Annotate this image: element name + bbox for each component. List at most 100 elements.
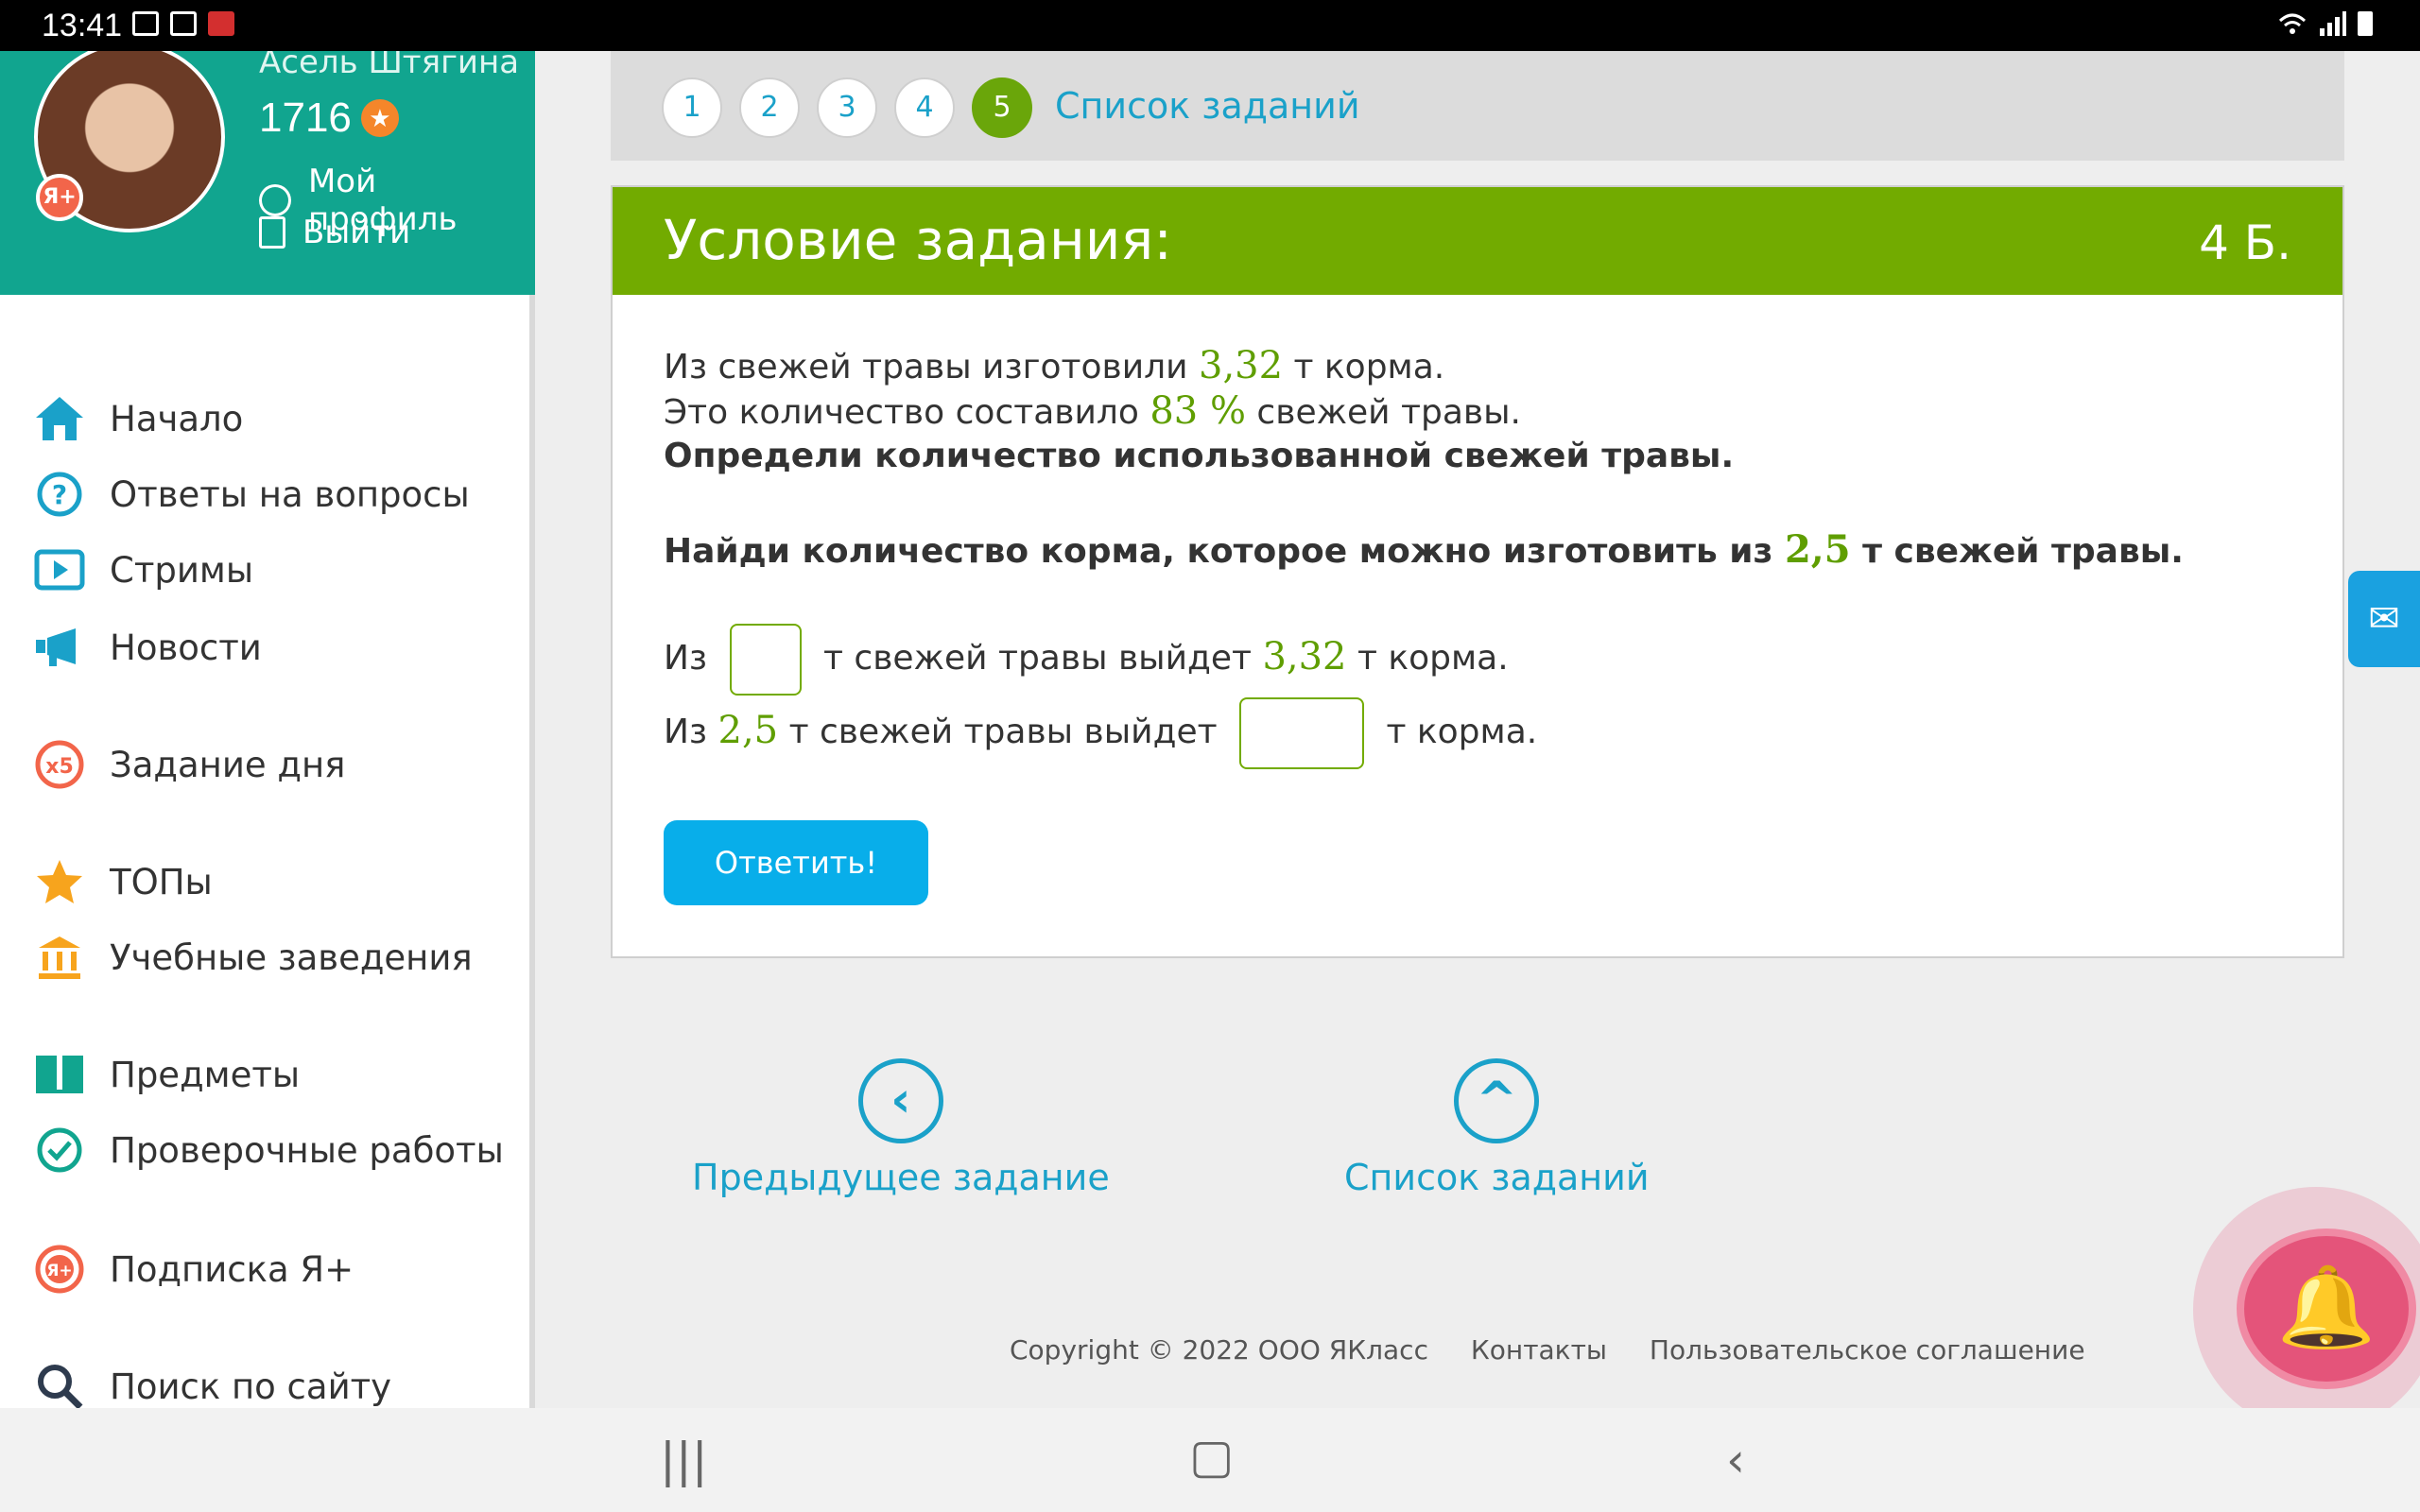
app-notification-icon bbox=[208, 11, 234, 36]
gallery-icon bbox=[170, 11, 197, 36]
sidebar-item-tests[interactable]: Проверочные работы bbox=[34, 1125, 504, 1176]
text: Из свежей травы изготовили bbox=[664, 348, 1199, 387]
sidebar-item-label: Учебные заведения bbox=[110, 936, 473, 978]
star-icon: ★ bbox=[360, 99, 399, 137]
logout-link[interactable]: Выйти bbox=[259, 214, 410, 251]
sidebar-item-answers[interactable]: ? Ответы на вопросы bbox=[34, 469, 470, 520]
home-icon bbox=[34, 393, 85, 444]
profile-panel: Я+ Асель Штягина 1716 ★ Мой профиль Выйт… bbox=[0, 51, 535, 295]
bell-icon: 🔔 bbox=[2276, 1261, 2377, 1353]
feedback-mail-button[interactable]: ✉ bbox=[2348, 571, 2420, 667]
text: т свежей травы. bbox=[1850, 532, 2184, 571]
text: т корма. bbox=[1386, 713, 1538, 751]
task-number-1[interactable]: 1 bbox=[662, 77, 722, 138]
check-circle-icon bbox=[34, 1125, 85, 1176]
status-bar: 13:41 bbox=[0, 0, 2420, 51]
sidebar-item-streams[interactable]: Стримы bbox=[34, 544, 253, 595]
sidebar-item-label: Проверочные работы bbox=[110, 1129, 504, 1171]
status-icons bbox=[132, 11, 234, 36]
text: Это количество составило bbox=[664, 393, 1150, 432]
yaplus-badge: Я+ bbox=[36, 174, 83, 221]
condition-line-1: Из свежей травы изготовили 3,32 т корма. bbox=[664, 344, 1444, 387]
task-number-3[interactable]: 3 bbox=[817, 77, 877, 138]
agreement-link[interactable]: Пользовательское соглашение bbox=[1650, 1334, 2085, 1366]
user-name[interactable]: Асель Штягина bbox=[259, 51, 519, 81]
sidebar-item-label: Начало bbox=[110, 398, 244, 439]
yaplus-icon: Я+ bbox=[34, 1244, 85, 1295]
task-title: Условие задания: bbox=[664, 208, 1172, 272]
text: т свежей травы выйдет bbox=[778, 713, 1218, 751]
question-icon: ? bbox=[34, 469, 85, 520]
svg-text:Я+: Я+ bbox=[46, 1262, 72, 1280]
sidebar-item-subscription[interactable]: Я+ Подписка Я+ bbox=[34, 1244, 354, 1295]
logout-label: Выйти bbox=[302, 214, 411, 251]
points-value: 1716 bbox=[259, 94, 352, 141]
institution-icon bbox=[34, 932, 85, 983]
sidebar-item-label: Предметы bbox=[110, 1054, 301, 1095]
calendar-icon bbox=[132, 11, 159, 36]
number-value: 2,5 bbox=[1784, 527, 1851, 572]
main-content: 1 2 3 4 5 Список заданий Условие задания… bbox=[541, 51, 2420, 1408]
contacts-link[interactable]: Контакты bbox=[1471, 1334, 1607, 1366]
status-right bbox=[2278, 11, 2373, 36]
condition-question: Определи количество использованной свеже… bbox=[664, 437, 1735, 475]
task-card: Условие задания: 4 Б. Из свежей травы из… bbox=[611, 185, 2344, 958]
home-button-icon[interactable]: ▢ bbox=[1189, 1429, 1234, 1484]
sidebar-item-label: Задание дня bbox=[110, 744, 346, 785]
condition-subtask: Найди количество корма, которое можно из… bbox=[664, 527, 2184, 572]
signal-icon bbox=[2320, 11, 2346, 36]
text: Из bbox=[664, 639, 708, 678]
copyright-text: Copyright © 2022 ООО ЯКласс bbox=[1010, 1334, 1428, 1366]
fresh-grass-input[interactable] bbox=[729, 624, 802, 696]
x5-icon: x5 bbox=[34, 739, 85, 790]
sidebar-item-label: Подписка Я+ bbox=[110, 1248, 354, 1290]
task-points: 4 Б. bbox=[2199, 215, 2291, 270]
megaphone-icon bbox=[34, 622, 85, 673]
back-icon[interactable]: ‹ bbox=[1726, 1433, 1745, 1487]
task-pagination: 1 2 3 4 5 Список заданий bbox=[611, 51, 2344, 161]
play-icon bbox=[34, 544, 85, 595]
sidebar-item-news[interactable]: Новости bbox=[34, 622, 262, 673]
sidebar-item-label: Новости bbox=[110, 627, 262, 668]
sidebar-item-search[interactable]: Поиск по сайту bbox=[34, 1361, 391, 1412]
user-points: 1716 ★ bbox=[259, 94, 399, 142]
task-list-label: Список заданий bbox=[1344, 1157, 1650, 1198]
task-number-4[interactable]: 4 bbox=[894, 77, 955, 138]
sidebar-item-task-of-day[interactable]: x5 Задание дня bbox=[34, 739, 345, 790]
wifi-icon bbox=[2278, 13, 2307, 34]
sidebar-item-subjects[interactable]: Предметы bbox=[34, 1049, 300, 1100]
text: т корма. bbox=[1346, 639, 1509, 678]
sidebar-item-home[interactable]: Начало bbox=[34, 393, 243, 444]
sidebar-item-label: Стримы bbox=[110, 549, 254, 591]
answer-row-2: Из 2,5 т свежей травы выйдет т корма. bbox=[664, 697, 1537, 769]
chevron-up-icon: ^ bbox=[1454, 1058, 1540, 1143]
sidebar-item-tops[interactable]: ТОПы bbox=[34, 856, 213, 907]
sidebar: Я+ Асель Штягина 1716 ★ Мой профиль Выйт… bbox=[0, 51, 535, 1410]
task-list-link[interactable]: Список заданий bbox=[1055, 85, 1360, 127]
task-number-2[interactable]: 2 bbox=[739, 77, 800, 138]
sidebar-item-label: Поиск по сайту bbox=[110, 1366, 392, 1407]
battery-icon bbox=[2358, 11, 2373, 36]
svg-text:?: ? bbox=[52, 479, 67, 510]
percent-value: 83 % bbox=[1150, 389, 1246, 433]
footer: Copyright © 2022 ООО ЯКласс Контакты Пол… bbox=[1010, 1334, 2119, 1366]
text: свежей травы. bbox=[1245, 393, 1521, 432]
svg-text:x5: x5 bbox=[45, 755, 74, 779]
mail-icon: ✉ bbox=[2368, 597, 2400, 641]
condition-line-2: Это количество составило 83 % свежей тра… bbox=[664, 389, 1521, 433]
task-list-bottom-link[interactable]: ^ Список заданий bbox=[1344, 1058, 1650, 1198]
answer-button[interactable]: Ответить! bbox=[664, 820, 928, 905]
text: Из bbox=[664, 713, 718, 751]
door-icon bbox=[259, 216, 285, 249]
task-number-5[interactable]: 5 bbox=[972, 77, 1032, 138]
status-time: 13:41 bbox=[42, 8, 123, 43]
star-icon bbox=[34, 856, 85, 907]
notification-bell-button[interactable]: 🔔 bbox=[2237, 1228, 2416, 1389]
previous-task-link[interactable]: ‹ Предыдущее задание bbox=[692, 1058, 1110, 1198]
chevron-left-icon: ‹ bbox=[857, 1058, 943, 1143]
feed-amount-input[interactable] bbox=[1239, 697, 1365, 769]
task-card-header: Условие задания: 4 Б. bbox=[613, 187, 2342, 295]
previous-task-label: Предыдущее задание bbox=[692, 1157, 1110, 1198]
sidebar-item-institutions[interactable]: Учебные заведения bbox=[34, 932, 473, 983]
recent-apps-icon[interactable]: ||| bbox=[660, 1433, 708, 1487]
